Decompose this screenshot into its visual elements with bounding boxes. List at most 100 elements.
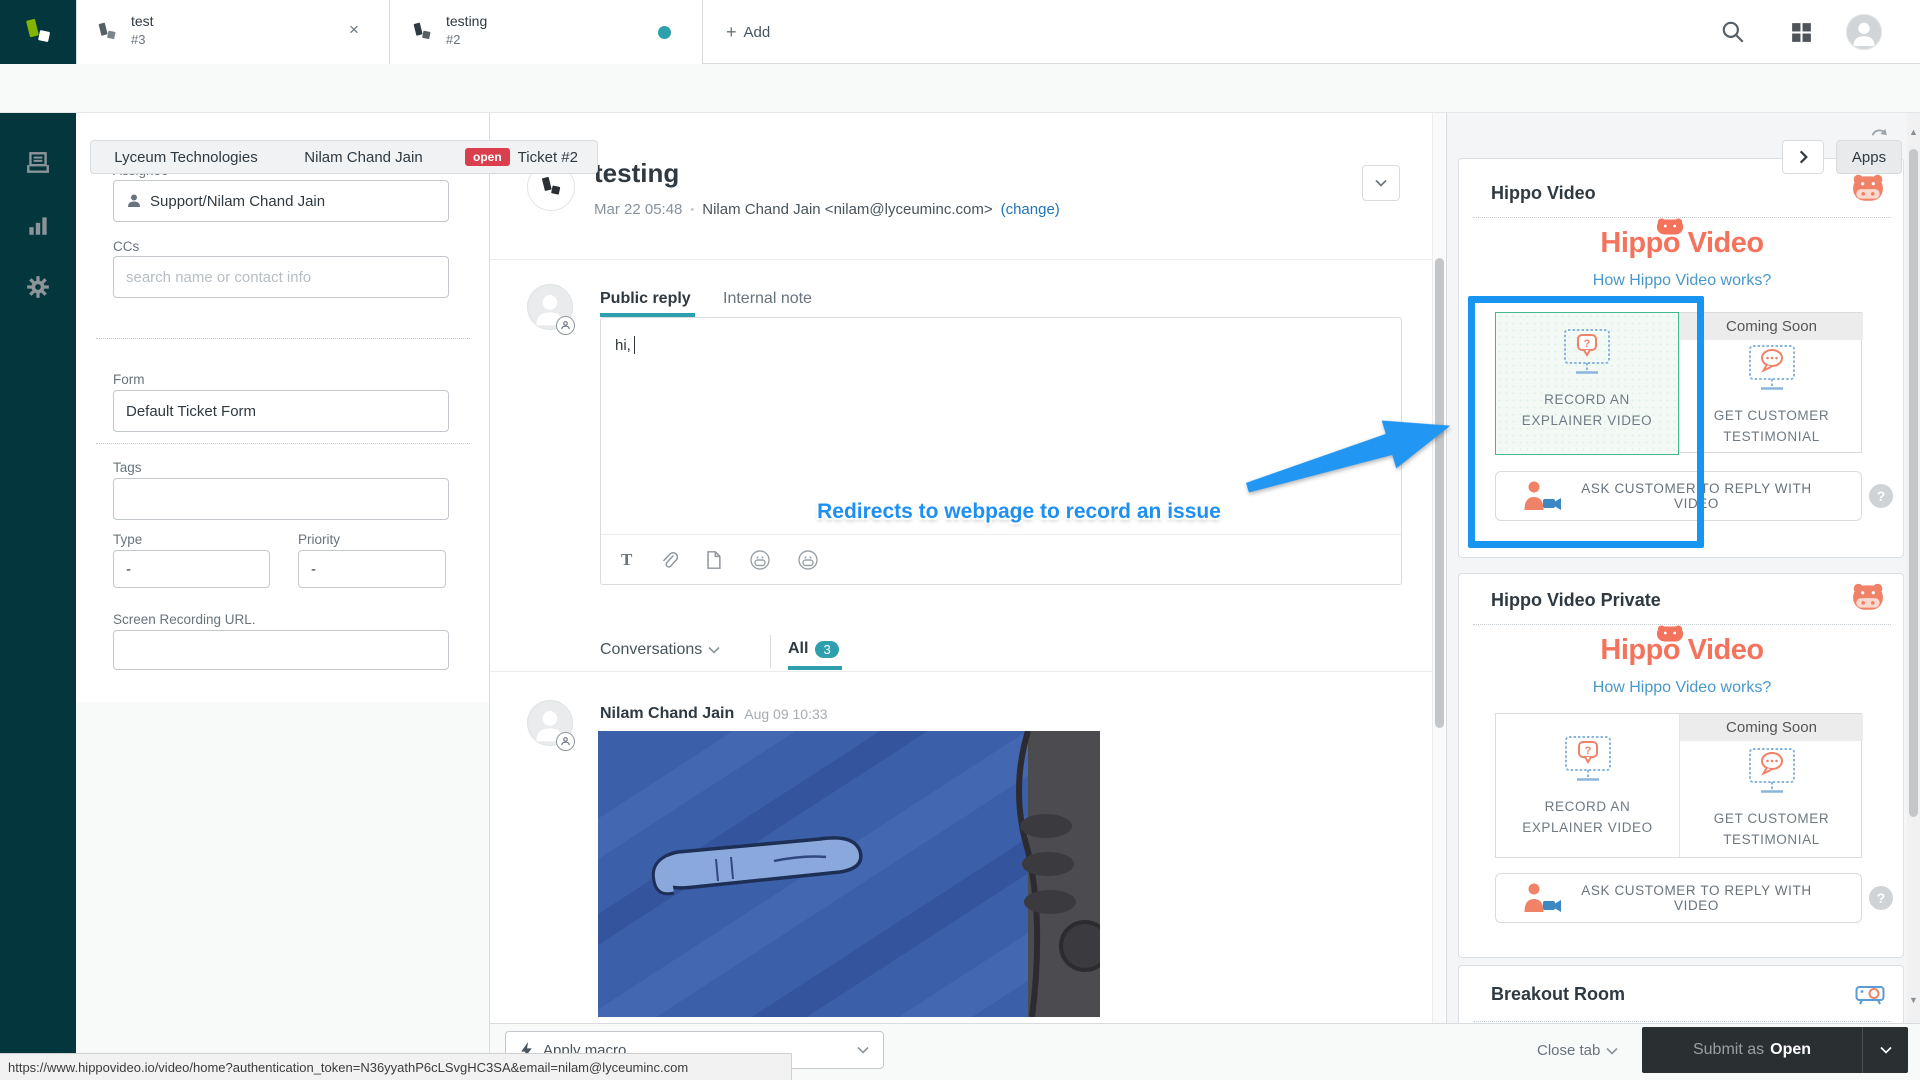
filter-all-tab[interactable]: All 3 <box>788 640 839 658</box>
ticket-meta: Mar 22 05:48 • Nilam Chand Jain <nilam@l… <box>594 201 1060 218</box>
person-video-icon <box>1522 480 1562 512</box>
form-value: Default Ticket Form <box>126 403 256 420</box>
sidebar-scrollbar[interactable]: ▲ ▼ <box>1907 113 1920 1023</box>
divider <box>1473 1021 1891 1022</box>
priority-label: Priority <box>298 532 340 547</box>
help-icon[interactable]: ? <box>1869 886 1893 910</box>
change-requester-link[interactable]: (change) <box>1001 201 1060 218</box>
ccs-input[interactable] <box>126 269 436 286</box>
submit-button-group: Submit as Open <box>1642 1027 1908 1073</box>
hippo-video-private-panel: Hippo Video Private Hippo Video How Hipp… <box>1458 573 1904 958</box>
apps-button[interactable]: Apps <box>1836 140 1902 174</box>
ticket-requester: Nilam Chand Jain <nilam@lyceuminc.com> <box>702 201 992 218</box>
hippo-face-icon <box>1851 582 1885 612</box>
breadcrumb-org[interactable]: Lyceum Technologies <box>90 140 282 174</box>
text-format-icon[interactable]: T <box>621 550 632 570</box>
record-card-label: RECORD AN EXPLAINER VIDEO <box>1507 389 1667 431</box>
how-it-works-link[interactable]: How Hippo Video works? <box>1459 679 1905 697</box>
ticket-tab-testing-2[interactable]: testing #2 <box>390 0 703 64</box>
document-icon[interactable] <box>704 550 723 570</box>
get-testimonial-card[interactable]: Coming Soon GET CUSTOMER TESTIMONIAL <box>1679 714 1863 857</box>
chevron-down-icon <box>1880 1046 1892 1054</box>
plus-icon: + <box>726 22 737 43</box>
collapse-apps-button[interactable] <box>1782 140 1824 174</box>
message-author-badge <box>556 732 575 751</box>
top-tab-bar: test #3 × testing #2 + Add <box>0 0 1920 64</box>
submit-status-label: Open <box>1770 1041 1811 1059</box>
submit-as-open-button[interactable]: Submit as Open <box>1642 1027 1862 1073</box>
main-scrollbar-thumb[interactable] <box>1435 258 1444 728</box>
get-testimonial-card[interactable]: Coming Soon GET CUSTOMER TESTIMONIAL <box>1679 313 1863 452</box>
hippo-private-app-icon[interactable] <box>797 549 819 571</box>
ask-customer-video-button[interactable]: ASK CUSTOMER TO REPLY WITH VIDEO <box>1495 471 1862 521</box>
ask-customer-video-button[interactable]: ASK CUSTOMER TO REPLY WITH VIDEO <box>1495 873 1862 923</box>
hippo-face-icon <box>1851 173 1885 203</box>
tab-title: testing <box>446 13 487 29</box>
conversations-dropdown[interactable]: Conversations <box>600 641 720 659</box>
help-icon[interactable]: ? <box>1869 484 1893 508</box>
views-icon[interactable] <box>25 150 51 176</box>
close-tab-icon[interactable]: × <box>349 20 359 40</box>
breadcrumb-ticket[interactable]: open Ticket #2 <box>446 140 598 174</box>
scroll-down-arrow[interactable]: ▼ <box>1907 995 1920 1005</box>
tags-input[interactable] <box>126 491 436 508</box>
annotation-text: Redirects to webpage to record an issue <box>786 500 1252 524</box>
breakout-room-panel: Breakout Room <box>1458 965 1904 1023</box>
priority-select[interactable]: - <box>298 550 446 588</box>
record-explainer-card[interactable]: ? RECORD AN EXPLAINER VIDEO <box>1495 312 1679 455</box>
ticket-tab-test-3[interactable]: test #3 × <box>76 0 390 64</box>
settings-gear-icon[interactable] <box>25 274 51 300</box>
message-time: Aug 09 10:33 <box>744 706 827 722</box>
person-outline-icon <box>560 320 571 331</box>
action-cards: ? RECORD AN EXPLAINER VIDEO Coming Soon … <box>1495 713 1862 858</box>
search-icon[interactable] <box>1720 19 1746 45</box>
hippo-logo-head-icon <box>1655 217 1685 235</box>
svg-text:?: ? <box>1584 745 1591 757</box>
section-title: Breakout Room <box>1491 984 1625 1005</box>
type-value: - <box>126 561 131 578</box>
type-select[interactable]: - <box>113 550 270 588</box>
collapse-conversation-button[interactable] <box>1362 165 1400 201</box>
tab-internal-note[interactable]: Internal note <box>723 290 812 308</box>
chevron-down-icon <box>1606 1047 1618 1055</box>
action-cards: ? RECORD AN EXPLAINER VIDEO Coming Soon … <box>1495 312 1862 453</box>
active-filter-underline <box>788 666 842 670</box>
assignee-select[interactable]: Support/Nilam Chand Jain <box>113 180 449 222</box>
record-explainer-card[interactable]: ? RECORD AN EXPLAINER VIDEO <box>1496 714 1679 857</box>
hippo-app-icon[interactable] <box>749 549 771 571</box>
hippo-video-logo: Hippo Video <box>1459 634 1905 667</box>
apps-grid-icon[interactable] <box>1789 20 1814 45</box>
attachment-icon[interactable] <box>658 550 678 570</box>
form-select[interactable]: Default Ticket Form <box>113 390 449 432</box>
tab-public-reply[interactable]: Public reply <box>600 290 691 308</box>
requester-label: Nilam Chand Jain <box>304 149 422 166</box>
how-it-works-link[interactable]: How Hippo Video works? <box>1459 272 1905 290</box>
record-card-label: RECORD AN EXPLAINER VIDEO <box>1508 796 1668 838</box>
scroll-up-arrow[interactable]: ▲ <box>1907 127 1920 137</box>
screen-recording-input[interactable] <box>126 642 436 659</box>
screen-recording-label: Screen Recording URL. <box>113 612 256 627</box>
coming-soon-badge: Coming Soon <box>1680 714 1863 741</box>
testimonial-card-label: GET CUSTOMER TESTIMONIAL <box>1692 405 1852 447</box>
conversations-label: Conversations <box>600 641 702 659</box>
submit-as-label: Submit as <box>1693 1041 1764 1059</box>
sidebar-scrollbar-thumb[interactable] <box>1909 149 1918 817</box>
submit-options-caret[interactable] <box>1862 1027 1908 1073</box>
user-avatar[interactable] <box>1846 14 1882 50</box>
main-scrollbar[interactable] <box>1432 113 1445 1023</box>
divider <box>96 443 470 444</box>
tags-input-wrap <box>113 478 449 520</box>
tab-number: #3 <box>131 32 145 47</box>
hippo-logo-head-icon <box>1655 624 1685 642</box>
conversation-count-badge: 3 <box>815 641 838 658</box>
close-tab-control[interactable]: Close tab <box>1537 1042 1618 1059</box>
zendesk-logo[interactable] <box>0 0 76 64</box>
breadcrumb-requester[interactable]: Nilam Chand Jain <box>281 140 447 174</box>
ticket-properties-panel: Assignee* take it Support/Nilam Chand Ja… <box>76 113 490 1080</box>
attached-image[interactable] <box>598 731 1100 1017</box>
add-tab-button[interactable]: + Add <box>726 16 770 48</box>
ccs-input-wrap <box>113 256 449 298</box>
reports-icon[interactable] <box>25 212 51 238</box>
agent-badge <box>556 316 575 335</box>
link-preview-statusbar: https://www.hippovideo.io/video/home?aut… <box>0 1053 792 1080</box>
